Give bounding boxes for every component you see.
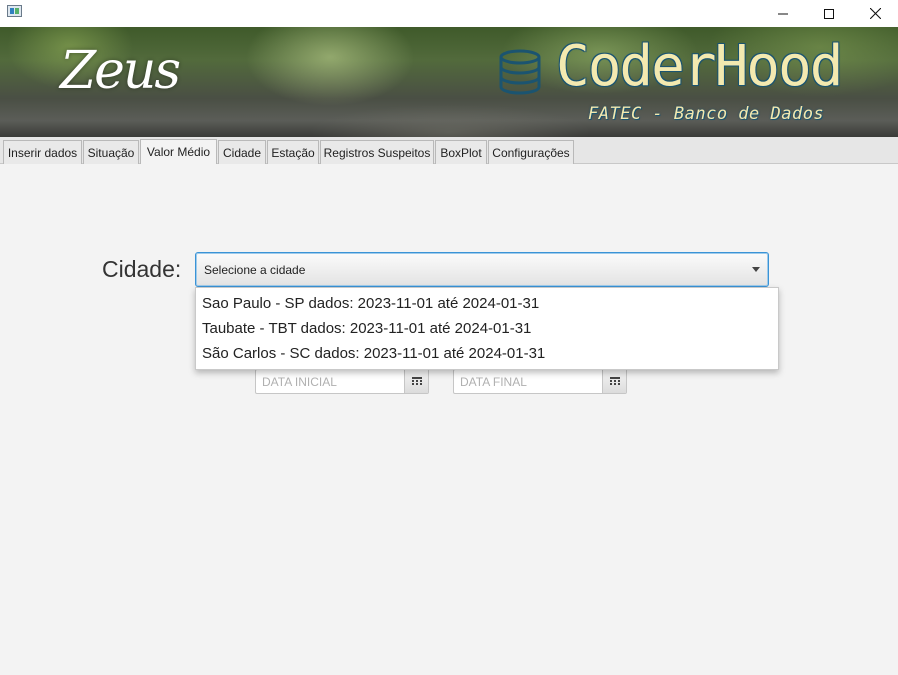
data-final-picker: [453, 369, 627, 394]
maximize-button[interactable]: [806, 0, 852, 27]
tab-valor-medio[interactable]: Valor Médio: [140, 139, 217, 164]
chevron-down-icon: [752, 267, 760, 272]
tab-inserir-dados[interactable]: Inserir dados: [3, 140, 82, 164]
cidade-select[interactable]: Selecione a cidade: [195, 252, 769, 287]
database-icon: [499, 49, 541, 95]
minimize-icon: [778, 13, 788, 14]
tab-bar: Inserir dados Situação Valor Médio Cidad…: [0, 137, 898, 164]
tab-registros-suspeitos[interactable]: Registros Suspeitos: [320, 140, 434, 164]
dropdown-option-taubate[interactable]: Taubate - TBT dados: 2023-11-01 até 2024…: [196, 316, 778, 341]
close-button[interactable]: [852, 0, 898, 27]
brand-title: CoderHood: [556, 34, 843, 99]
cidade-dropdown-list: Sao Paulo - SP dados: 2023-11-01 até 202…: [195, 287, 779, 370]
cidade-select-value: Selecione a cidade: [204, 263, 306, 277]
tab-configuracoes[interactable]: Configurações: [488, 140, 574, 164]
maximize-icon: [824, 8, 834, 19]
dropdown-option-sao-paulo[interactable]: Sao Paulo - SP dados: 2023-11-01 até 202…: [196, 291, 778, 316]
app-icon: [7, 5, 22, 17]
dropdown-option-sao-carlos[interactable]: São Carlos - SC dados: 2023-11-01 até 20…: [196, 341, 778, 366]
data-inicial-calendar-button[interactable]: [404, 370, 428, 393]
tab-cidade[interactable]: Cidade: [218, 140, 266, 164]
data-final-input[interactable]: [454, 370, 604, 393]
tab-estacao[interactable]: Estação: [267, 140, 319, 164]
tab-boxplot[interactable]: BoxPlot: [435, 140, 487, 164]
data-final-calendar-button[interactable]: [602, 370, 626, 393]
tab-situacao[interactable]: Situação: [83, 140, 139, 164]
data-inicial-input[interactable]: [256, 370, 406, 393]
zeus-logo-text: Zeus: [60, 41, 181, 101]
window-titlebar: [0, 0, 898, 27]
cidade-label: Cidade:: [102, 256, 182, 282]
minimize-button[interactable]: [760, 0, 806, 27]
calendar-icon: [411, 377, 422, 385]
close-icon: [869, 8, 881, 19]
data-inicial-picker: [255, 369, 429, 394]
calendar-icon: [609, 377, 620, 385]
header-banner: Zeus CoderHood FATEC - Banco de Dados: [0, 27, 898, 137]
brand-subtitle: FATEC - Banco de Dados: [588, 104, 825, 124]
